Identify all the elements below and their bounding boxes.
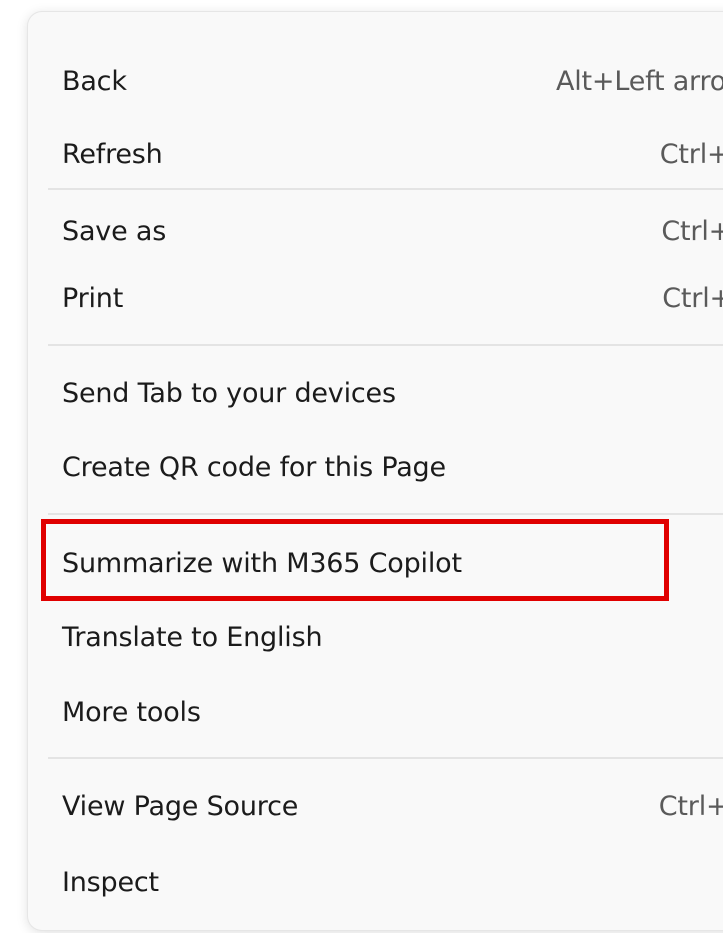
menu-item-label: Translate to English xyxy=(62,621,323,653)
menu-separator xyxy=(48,757,723,759)
menu-item-view-page-source[interactable]: View Page Source Ctrl+U xyxy=(62,781,723,831)
menu-item-label: Create QR code for this Page xyxy=(62,451,446,483)
menu-item-send-tab[interactable]: Send Tab to your devices xyxy=(62,368,723,418)
menu-item-save-as[interactable]: Save as Ctrl+S xyxy=(62,206,723,256)
menu-item-label: Inspect xyxy=(62,866,159,898)
menu-item-back[interactable]: Back Alt+Left arrow xyxy=(62,56,723,106)
menu-item-print[interactable]: Print Ctrl+P xyxy=(62,273,723,323)
menu-item-shortcut: Ctrl+S xyxy=(661,215,723,247)
menu-item-label: Refresh xyxy=(62,138,163,170)
menu-item-shortcut: Ctrl+P xyxy=(662,282,723,314)
menu-item-shortcut: Alt+Left arrow xyxy=(555,65,723,97)
menu-item-label: Save as xyxy=(62,215,167,247)
menu-item-label: View Page Source xyxy=(62,790,299,822)
menu-item-label: Back xyxy=(62,65,127,97)
menu-item-shortcut: Ctrl+U xyxy=(658,790,723,822)
menu-item-more-tools[interactable]: More tools xyxy=(62,687,723,737)
menu-separator xyxy=(48,344,723,346)
menu-item-label: Print xyxy=(62,282,124,314)
menu-item-inspect[interactable]: Inspect xyxy=(62,857,723,907)
menu-separator xyxy=(48,188,723,190)
menu-item-refresh[interactable]: Refresh Ctrl+R xyxy=(62,129,723,179)
menu-item-label: Send Tab to your devices xyxy=(62,377,396,409)
menu-item-translate[interactable]: Translate to English xyxy=(62,612,723,662)
context-menu: Back Alt+Left arrow Refresh Ctrl+R Save … xyxy=(28,12,723,930)
menu-item-shortcut: Ctrl+R xyxy=(659,138,723,170)
menu-item-create-qr-code[interactable]: Create QR code for this Page xyxy=(62,442,723,492)
highlight-box xyxy=(41,519,669,601)
menu-separator xyxy=(48,513,723,515)
menu-item-label: More tools xyxy=(62,696,201,728)
